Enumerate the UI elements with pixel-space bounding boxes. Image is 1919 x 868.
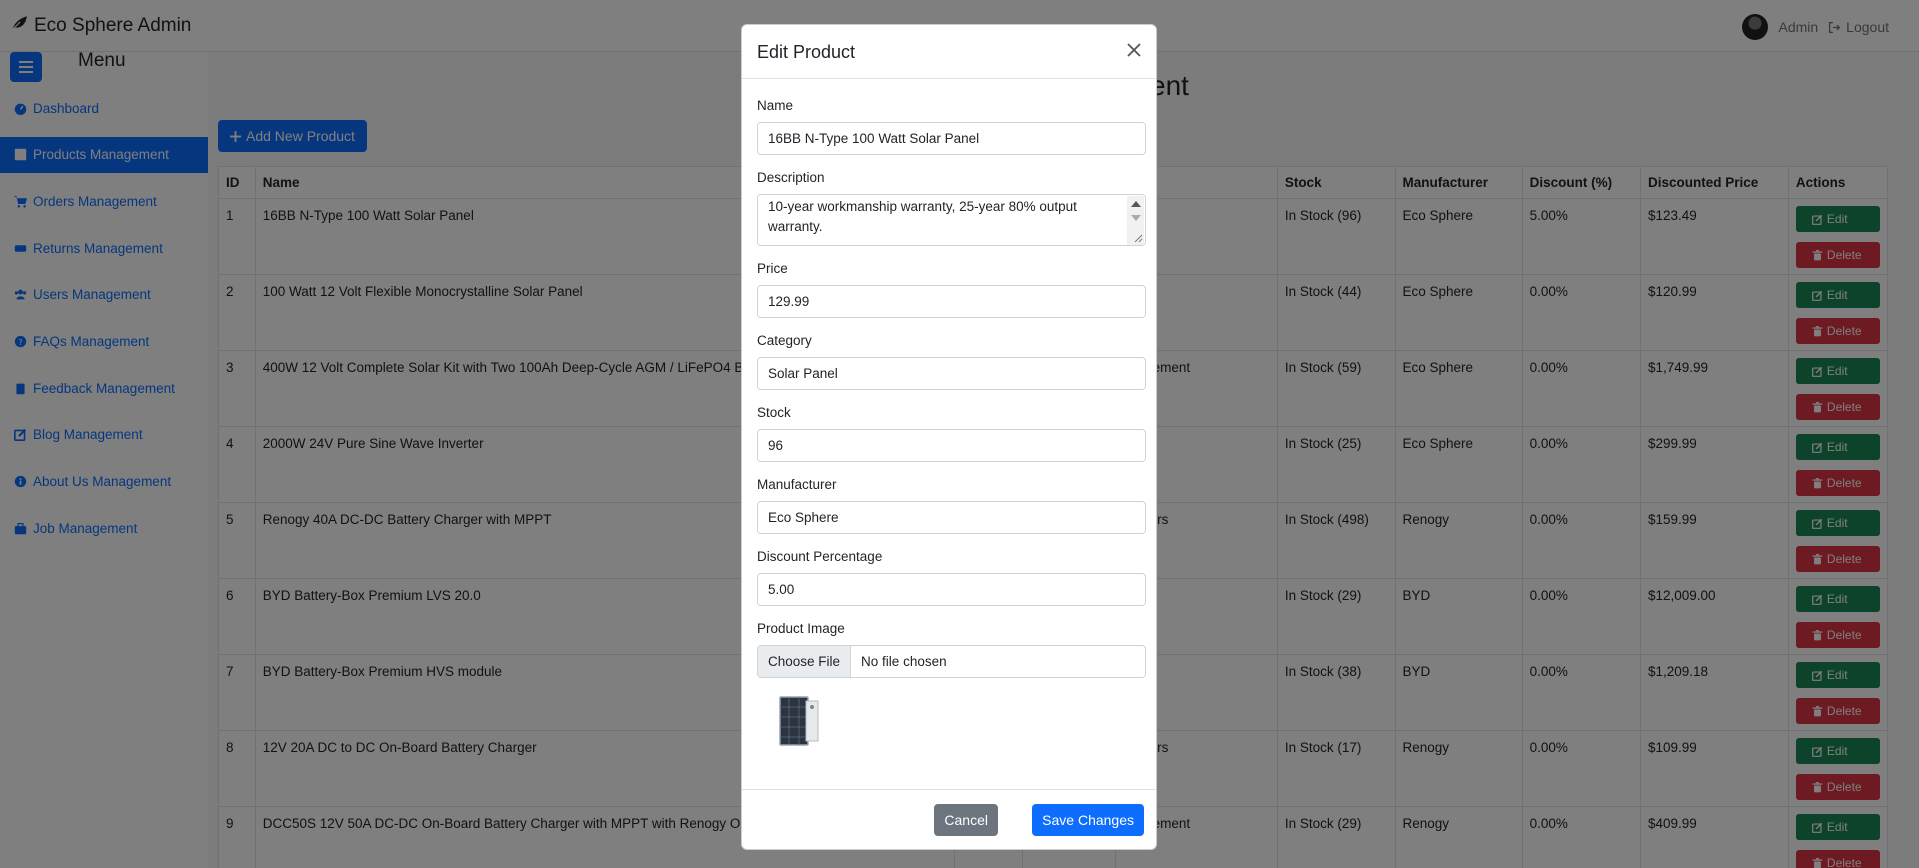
description-field[interactable]: 10-year workmanship warranty, 25-year 80… [757,194,1146,246]
price-label: Price [757,261,788,276]
modal-footer: Cancel Save Changes [742,789,1156,849]
discount-label: Discount Percentage [757,549,883,564]
product-image-label: Product Image [757,621,845,636]
scroll-down-icon[interactable] [1131,215,1141,221]
description-line: warranty. [768,219,823,234]
close-icon [1127,42,1141,57]
manufacturer-field[interactable]: Eco Sphere [757,501,1146,534]
product-image-preview [779,696,819,746]
description-label: Description [757,170,825,185]
manufacturer-label: Manufacturer [757,477,837,492]
close-button[interactable] [1124,41,1144,61]
name-label: Name [757,98,794,113]
edit-product-modal: Edit Product Name 16BB N-Type 100 Watt S… [741,24,1157,850]
resize-grip-icon[interactable] [1133,233,1143,243]
modal-title: Edit Product [757,42,856,62]
cancel-button[interactable]: Cancel [934,804,998,836]
category-label: Category [757,333,812,348]
save-changes-button[interactable]: Save Changes [1032,804,1144,836]
category-field[interactable]: Solar Panel [757,357,1146,390]
stock-label: Stock [757,405,791,420]
modal-header: Edit Product [742,25,1156,79]
stock-field[interactable]: 96 [757,429,1146,462]
discount-field[interactable]: 5.00 [757,573,1146,606]
file-status: No file chosen [861,654,947,669]
name-field[interactable]: 16BB N-Type 100 Watt Solar Panel [757,122,1146,155]
price-field[interactable]: 129.99 [757,285,1146,318]
description-line: 10-year workmanship warranty, 25-year 80… [768,199,1077,214]
scroll-up-icon[interactable] [1131,201,1141,207]
product-image-input[interactable]: Choose File No file chosen [757,645,1146,678]
choose-file-button[interactable]: Choose File [758,646,852,677]
